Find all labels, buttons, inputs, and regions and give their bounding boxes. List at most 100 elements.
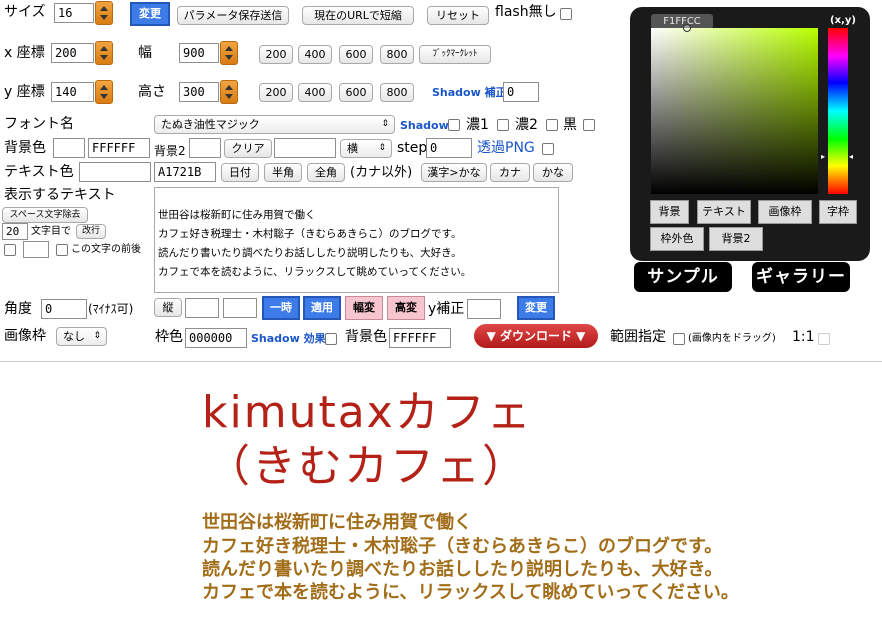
size-label: サイズ [4,4,46,20]
direction-select[interactable]: 横 ⇕ [340,139,392,158]
y-offset-input[interactable] [467,299,501,319]
before-char-input[interactable] [23,241,49,258]
bg2-color-input[interactable] [274,138,336,158]
font-select[interactable]: たぬき油性マジック ⇕ [154,115,395,134]
flash-checkbox[interactable] [560,8,572,20]
picker-background-button[interactable]: 背景 [650,200,689,224]
bg-color-swatch[interactable] [53,138,85,158]
select-arrows-icon: ⇕ [381,119,389,129]
angle-input[interactable]: 0 [41,299,87,319]
picker-image-frame-button[interactable]: 画像枠 [758,200,812,224]
pause-button[interactable]: 一時 [262,296,300,320]
height-change-button[interactable]: 高変 [387,296,425,320]
kana-exception-label: (カナ以外) [350,165,413,180]
canvas-body-line: 世田谷は桜新町に住み用賀で働く [202,512,472,533]
text-color-input[interactable]: A1721B [154,162,216,182]
dark2-label: 濃2 [515,117,538,133]
width-change-button[interactable]: 幅変 [345,296,383,320]
font-select-value: たぬき油性マジック [161,118,260,131]
frame-color-label: 枠色 [155,329,183,345]
y-input[interactable]: 140 [51,82,94,102]
size-input[interactable]: 16 [54,3,94,23]
down-arrow-icon [225,94,233,99]
dark1-label: 濃1 [466,117,489,133]
remove-spaces-button[interactable]: スペース文字除去 [2,207,88,223]
height-preset-400[interactable]: 400 [298,83,332,102]
picker-xy-label: (x,y) [830,15,856,26]
shadow-effect-checkbox[interactable] [325,333,337,345]
vertical-button[interactable]: 縦 [154,298,182,317]
x-stepper[interactable] [95,41,113,65]
gallery-button[interactable]: ギャラリー [752,262,850,292]
dark2-checkbox[interactable] [546,119,558,131]
reset-button[interactable]: リセット [427,6,489,25]
width-preset-800[interactable]: 800 [380,45,414,64]
up-arrow-icon [225,46,233,51]
shadow-checkbox[interactable] [448,119,460,131]
image-frame-select-value: なし [63,330,85,343]
picker-hex-value: F1FFCC [651,14,713,29]
saturation-value-area[interactable] [651,28,818,194]
range-checkbox[interactable] [673,333,685,345]
bg2-color-swatch[interactable] [189,138,221,158]
half-width-button[interactable]: 半角 [264,163,302,182]
wrap-column-input[interactable]: 20 [2,223,28,240]
width-input[interactable]: 900 [179,43,219,63]
kanji-to-kana-button[interactable]: 漢字>かな [421,163,487,182]
katakana-button[interactable]: カナ [490,163,530,182]
save-params-button[interactable]: パラメータ保存送信 [177,6,289,25]
height-preset-200[interactable]: 200 [259,83,293,102]
full-width-button[interactable]: 全角 [307,163,345,182]
angle-change-button[interactable]: 変更 [517,296,555,320]
width-preset-200[interactable]: 200 [259,45,293,64]
picker-background2-button[interactable]: 背景2 [709,227,763,251]
image-frame-select[interactable]: なし ⇕ [56,327,107,346]
one-to-one-checkbox[interactable] [818,333,830,345]
x-input[interactable]: 200 [51,43,94,63]
clear-button[interactable]: クリア [224,139,272,158]
around-char-checkbox[interactable] [56,244,68,256]
black-checkbox[interactable] [583,119,595,131]
date-button[interactable]: 日付 [221,163,259,182]
height-preset-800[interactable]: 800 [380,83,414,102]
step-input[interactable]: 0 [426,138,472,158]
bg-color-label: 背景色 [345,329,387,345]
picker-text-button[interactable]: テキスト [697,200,751,224]
down-arrow-icon [100,55,108,60]
bg-color-input[interactable]: FFFFFF [88,138,150,158]
shorten-url-button[interactable]: 現在のURLで短縮 [302,6,414,25]
text-color-swatch[interactable] [79,162,151,182]
dark1-checkbox[interactable] [497,119,509,131]
hiragana-button[interactable]: かな [533,163,573,182]
wrap-button[interactable]: 改行 [76,224,106,239]
minus-allowed-label: (ﾏｲﾅｽ可) [88,302,134,316]
step-label: step [397,140,428,156]
height-input[interactable]: 300 [179,82,219,102]
download-button[interactable]: ▼ ダウンロード ▼ [474,324,598,348]
transparent-png-checkbox[interactable] [542,143,554,155]
display-text-textarea[interactable]: 世田谷は桜新町に住み用賀で働く カフェ好き税理士・木村聡子（きむらあきらこ）のブ… [154,187,559,293]
y-stepper[interactable] [95,80,113,104]
vertical-input-2[interactable] [223,298,257,318]
before-char-checkbox[interactable] [4,244,16,256]
sample-button[interactable]: サンプル [634,262,732,292]
bookmarklet-button[interactable]: ﾌﾞｯｸﾏｰｸﾚｯﾄ [419,45,491,64]
shadow-offset-input[interactable]: 0 [503,82,539,102]
vertical-input-1[interactable] [185,298,219,318]
width-preset-600[interactable]: 600 [339,45,373,64]
height-stepper[interactable] [220,80,238,104]
size-stepper[interactable] [95,1,113,25]
frame-bg-color-input[interactable]: FFFFFF [389,328,451,348]
picker-char-frame-button[interactable]: 字枠 [819,200,857,224]
size-change-button[interactable]: 変更 [130,2,170,26]
picker-cursor-icon[interactable] [683,24,691,32]
height-preset-600[interactable]: 600 [339,83,373,102]
preview-canvas[interactable]: kimutaxカフェ （きむカフェ） 世田谷は桜新町に住み用賀で働く カフェ好き… [0,361,882,631]
apply-button[interactable]: 適用 [303,296,341,320]
hue-slider[interactable] [828,28,848,194]
width-preset-400[interactable]: 400 [298,45,332,64]
width-stepper[interactable] [220,41,238,65]
frame-color-input[interactable]: 000000 [185,328,247,348]
picker-outer-color-button[interactable]: 枠外色 [650,227,704,251]
shadow-offset-label: Shadow 補正 [432,86,507,99]
